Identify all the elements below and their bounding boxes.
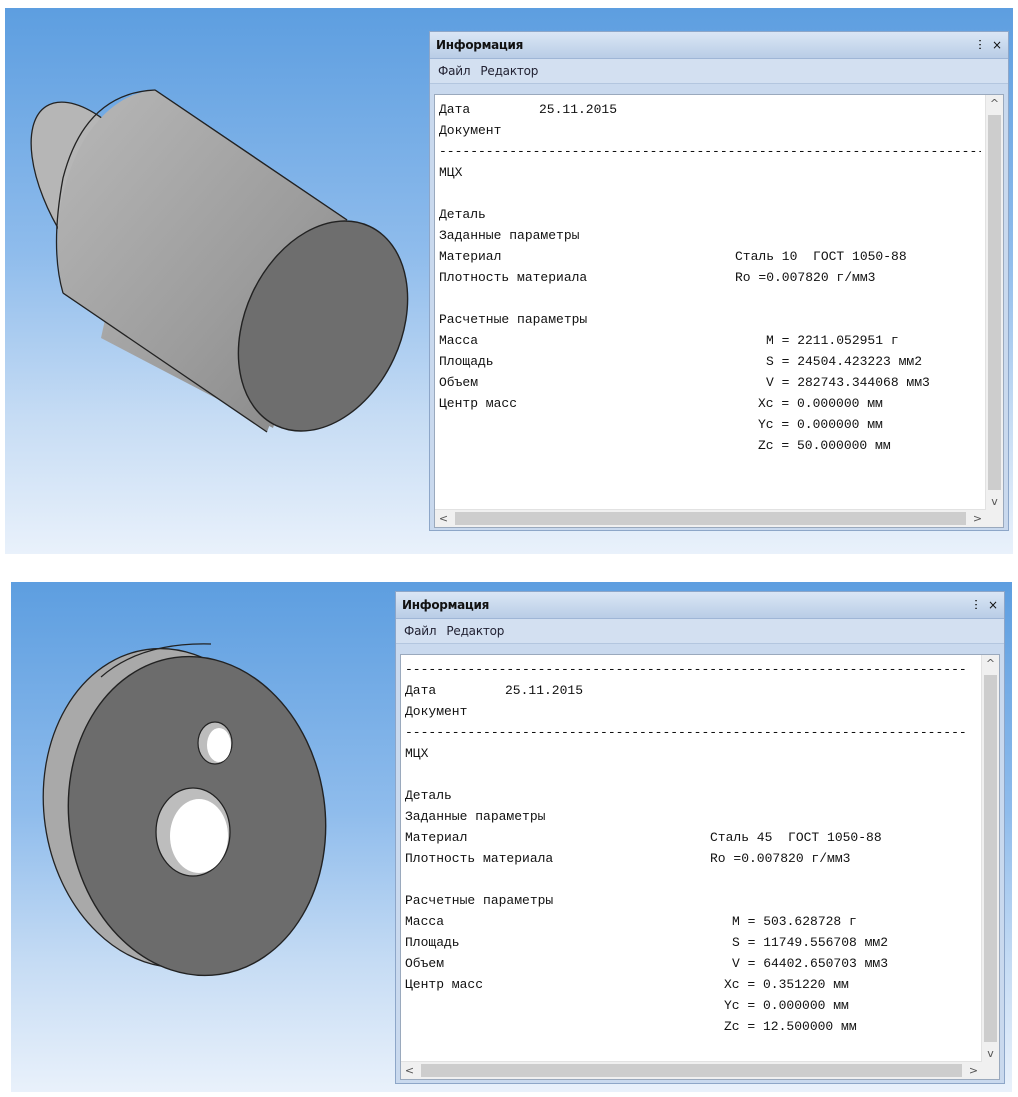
separator-line: ----------------------------------------… xyxy=(439,144,981,159)
center-label: Центр масс xyxy=(439,396,518,411)
menu-file[interactable]: Файл xyxy=(404,624,437,638)
vertical-scroll-thumb[interactable] xyxy=(988,115,1001,490)
density-value: Ro =0.007820 г/мм3 xyxy=(710,851,851,866)
part-label: Деталь xyxy=(439,207,486,222)
scroll-down-button[interactable]: v xyxy=(986,493,1003,510)
screenshot-disc: Информация ⵗ × Файл Редактор -----------… xyxy=(11,582,1012,1092)
mass-value: M = 2211.052951 г xyxy=(766,333,899,348)
info-text-area[interactable]: ----------------------------------------… xyxy=(400,654,1000,1080)
horizontal-scroll-thumb[interactable] xyxy=(421,1064,962,1077)
header-separator-line: ----------------------------------------… xyxy=(405,662,967,677)
calc-params-label: Расчетные параметры xyxy=(439,312,588,327)
calc-params-label: Расчетные параметры xyxy=(405,893,554,908)
center-label: Центр масс xyxy=(405,977,484,992)
material-label: Материал xyxy=(439,249,502,264)
scroll-corner xyxy=(982,1062,999,1079)
mass-label: Масса xyxy=(439,333,479,348)
mass-value: M = 503.628728 г xyxy=(732,914,857,929)
vertical-scrollbar[interactable]: ^ v xyxy=(985,95,1003,510)
horizontal-scrollbar[interactable]: < > xyxy=(435,509,986,527)
scroll-right-button[interactable]: > xyxy=(969,510,986,527)
scroll-up-button[interactable]: ^ xyxy=(986,95,1003,112)
report-text: Дата 25.11.2015 Документ ----------------… xyxy=(439,99,981,507)
area-value: S = 11749.556708 мм2 xyxy=(732,935,889,950)
scroll-left-button[interactable]: < xyxy=(435,510,452,527)
screenshot-cylinder: Информация ⵗ × Файл Редактор Дата 25.11.2… xyxy=(5,8,1013,554)
zc-value: Zc = 50.000000 мм xyxy=(758,438,891,453)
info-text-area[interactable]: Дата 25.11.2015 Документ ----------------… xyxy=(434,94,1004,528)
document-label: Документ xyxy=(405,704,468,719)
close-icon[interactable]: × xyxy=(992,38,1002,52)
material-label: Материал xyxy=(405,830,468,845)
close-icon[interactable]: × xyxy=(988,598,998,612)
separator-line: ----------------------------------------… xyxy=(405,725,967,740)
scroll-left-button[interactable]: < xyxy=(401,1062,418,1079)
info-panel-1: Информация ⵗ × Файл Редактор Дата 25.11.2… xyxy=(429,31,1009,531)
density-label: Плотность материала xyxy=(439,270,588,285)
document-name: МЦХ xyxy=(439,165,463,180)
volume-value: V = 282743.344068 мм3 xyxy=(766,375,930,390)
info-panel-2: Информация ⵗ × Файл Редактор -----------… xyxy=(395,591,1005,1084)
mass-label: Масса xyxy=(405,914,445,929)
horizontal-scrollbar[interactable]: < > xyxy=(401,1061,982,1079)
date-label: Дата xyxy=(439,102,471,117)
report-text: ----------------------------------------… xyxy=(405,659,977,1059)
panel-title: Информация xyxy=(402,598,489,612)
given-params-label: Заданные параметры xyxy=(439,228,580,243)
area-label: Площадь xyxy=(405,935,460,950)
yc-value: Yc = 0.000000 мм xyxy=(758,417,883,432)
material-value: Сталь 45 ГОСТ 1050-88 xyxy=(710,830,882,845)
zc-value: Zc = 12.500000 мм xyxy=(724,1019,857,1034)
horizontal-scroll-thumb[interactable] xyxy=(455,512,966,525)
vertical-scroll-thumb[interactable] xyxy=(984,675,997,1042)
scroll-corner xyxy=(986,510,1003,527)
document-label: Документ xyxy=(439,123,502,138)
volume-label: Объем xyxy=(439,375,479,390)
panel-menubar: Файл Редактор xyxy=(430,59,1008,84)
given-params-label: Заданные параметры xyxy=(405,809,546,824)
menu-file[interactable]: Файл xyxy=(438,64,471,78)
scroll-right-button[interactable]: > xyxy=(965,1062,982,1079)
yc-value: Yc = 0.000000 мм xyxy=(724,998,849,1013)
xc-value: Xc = 0.351220 мм xyxy=(724,977,849,992)
pin-icon[interactable]: ⵗ xyxy=(974,598,978,612)
area-label: Площадь xyxy=(439,354,494,369)
panel-title: Информация xyxy=(436,38,523,52)
date-value: 25.11.2015 xyxy=(539,102,618,117)
xc-value: Xc = 0.000000 мм xyxy=(758,396,883,411)
panel-titlebar: Информация ⵗ × xyxy=(430,32,1008,59)
density-value: Ro =0.007820 г/мм3 xyxy=(735,270,876,285)
date-value: 25.11.2015 xyxy=(505,683,584,698)
material-value: Сталь 10 ГОСТ 1050-88 xyxy=(735,249,907,264)
menu-editor[interactable]: Редактор xyxy=(446,624,504,638)
vertical-scrollbar[interactable]: ^ v xyxy=(981,655,999,1062)
cylinder-model xyxy=(30,89,409,433)
scroll-up-button[interactable]: ^ xyxy=(982,655,999,672)
panel-menubar: Файл Редактор xyxy=(396,619,1004,644)
pin-icon[interactable]: ⵗ xyxy=(978,38,982,52)
density-label: Плотность материала xyxy=(405,851,554,866)
document-name: МЦХ xyxy=(405,746,429,761)
scroll-down-button[interactable]: v xyxy=(982,1045,999,1062)
date-label: Дата xyxy=(405,683,437,698)
menu-editor[interactable]: Редактор xyxy=(480,64,538,78)
panel-titlebar: Информация ⵗ × xyxy=(396,592,1004,619)
volume-value: V = 64402.650703 мм3 xyxy=(732,956,889,971)
area-value: S = 24504.423223 мм2 xyxy=(766,354,923,369)
part-label: Деталь xyxy=(405,788,452,803)
disc-model xyxy=(42,643,327,977)
volume-label: Объем xyxy=(405,956,445,971)
